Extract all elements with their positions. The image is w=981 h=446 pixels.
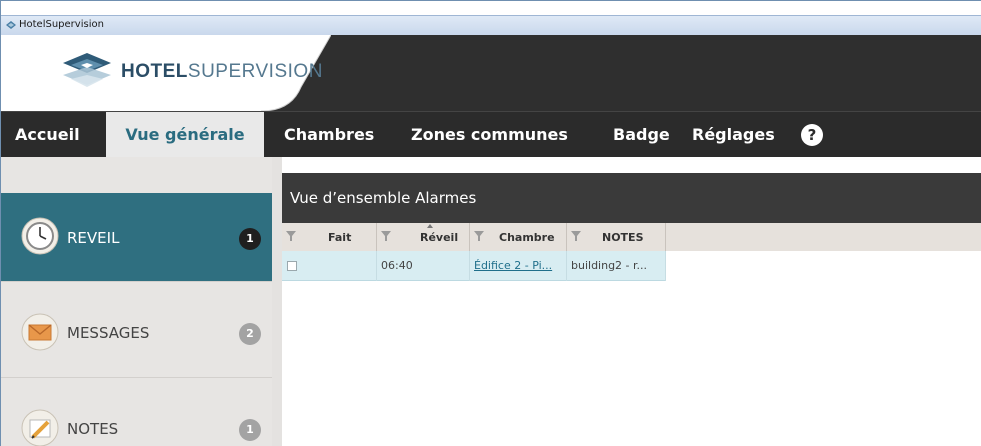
- nav-zones-communes[interactable]: Zones communes: [411, 112, 568, 158]
- column-header-chambre[interactable]: Chambre: [470, 223, 567, 251]
- column-header-fait[interactable]: Fait: [282, 223, 377, 251]
- clock-icon: [21, 217, 59, 255]
- count-badge: 1: [239, 228, 261, 250]
- app-icon: [6, 21, 16, 29]
- sidebar-item-notes[interactable]: NOTES 1: [1, 378, 272, 446]
- column-header-notes[interactable]: NOTES: [567, 223, 666, 251]
- count-badge: 2: [239, 323, 261, 345]
- cell-fait[interactable]: [282, 251, 377, 281]
- logo-area: HOTELSUPERVISION: [1, 35, 331, 111]
- column-label: Chambre: [499, 231, 555, 244]
- filter-icon[interactable]: [381, 231, 391, 241]
- sidebar: REVEIL 1 MESSAGES 2 NOTES 1: [1, 157, 272, 446]
- nav-accueil[interactable]: Accueil: [15, 112, 80, 158]
- cell-reveil: 06:40: [377, 251, 470, 281]
- cell-notes: building2 - r...: [567, 251, 666, 281]
- title-bar: HotelSupervision: [1, 15, 981, 35]
- grid-header: Fait Réveil Chambre NOTES: [282, 223, 981, 251]
- nav-vue-generale[interactable]: Vue générale: [106, 112, 264, 158]
- logo-text: HOTELSUPERVISION: [121, 61, 323, 83]
- sidebar-item-reveil[interactable]: REVEIL 1: [1, 193, 272, 281]
- nav-chambres[interactable]: Chambres: [284, 112, 374, 158]
- done-checkbox[interactable]: [287, 261, 297, 271]
- sidebar-item-label: REVEIL: [67, 229, 120, 247]
- sidebar-item-label: NOTES: [67, 420, 119, 438]
- filter-icon[interactable]: [571, 231, 581, 241]
- window-title: HotelSupervision: [19, 19, 104, 30]
- alarms-panel: Vue d’ensemble Alarmes Fait Réveil Chamb…: [282, 173, 981, 446]
- panel-header: Vue d’ensemble Alarmes: [282, 173, 981, 223]
- column-label: Réveil: [420, 231, 459, 244]
- nav-reglages[interactable]: Réglages: [692, 112, 775, 158]
- sidebar-item-label: MESSAGES: [67, 324, 150, 342]
- column-label: NOTES: [602, 231, 644, 244]
- main-nav: Accueil Vue générale Chambres Zones comm…: [1, 111, 981, 158]
- sidebar-item-messages[interactable]: MESSAGES 2: [1, 282, 272, 370]
- column-header-reveil[interactable]: Réveil: [377, 223, 470, 251]
- logo-text-light: SUPERVISION: [187, 61, 323, 82]
- panel-title: Vue d’ensemble Alarmes: [290, 189, 477, 207]
- sort-ascending-icon: [427, 224, 433, 228]
- help-icon[interactable]: ?: [801, 124, 823, 146]
- table-row[interactable]: 06:40 Édifice 2 - Pi... building2 - r...: [282, 251, 666, 281]
- window-top-strip: [1, 1, 981, 15]
- logo-text-bold: HOTEL: [121, 61, 188, 82]
- envelope-icon: [21, 313, 59, 351]
- app-window: HotelSupervision HOTELSUPERVISION Accuei…: [0, 0, 981, 446]
- logo-icon: [63, 53, 111, 87]
- filter-icon[interactable]: [286, 231, 296, 241]
- cell-chambre-link[interactable]: Édifice 2 - Pi...: [470, 251, 567, 281]
- pencil-icon: [21, 409, 59, 446]
- nav-badge[interactable]: Badge: [613, 112, 670, 158]
- count-badge: 1: [239, 419, 261, 441]
- column-label: Fait: [328, 231, 352, 244]
- filter-icon[interactable]: [474, 231, 484, 241]
- panel-border: [272, 157, 282, 446]
